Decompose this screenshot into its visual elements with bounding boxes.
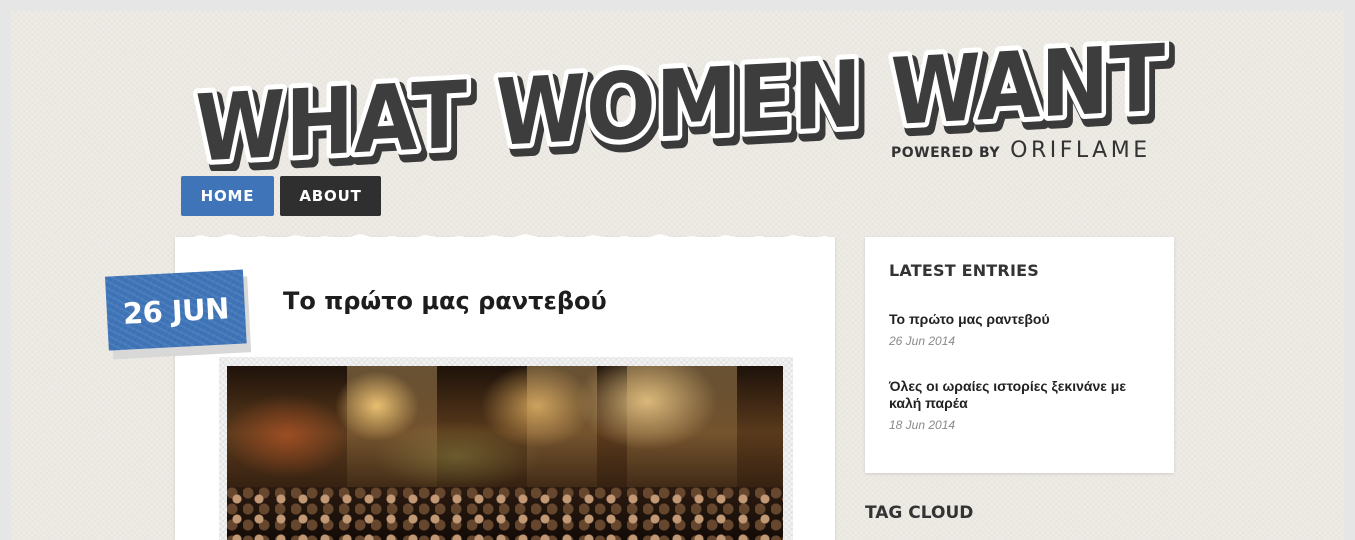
latest-entries-widget: LATEST ENTRIES Το πρώτο μας ραντεβού 26 … — [865, 237, 1174, 473]
entry-date: 26 Jun 2014 — [889, 334, 956, 348]
torn-edge — [175, 234, 835, 243]
photo-building — [527, 366, 597, 506]
nav-home[interactable]: HOME — [181, 176, 274, 216]
entry-date: 18 Jun 2014 — [889, 418, 956, 432]
nav-about[interactable]: ABOUT — [280, 176, 381, 216]
brand-name: ORIFLAME — [1010, 138, 1151, 163]
latest-entries-title: LATEST ENTRIES — [889, 261, 1039, 280]
list-item: Όλες οι ωραίες ιστορίες ξεκινάνε με καλή… — [889, 378, 1159, 432]
tag-cloud-title: TAG CLOUD — [865, 503, 974, 523]
powered-by: POWERED BY ORIFLAME — [891, 138, 1151, 163]
photo-crowd — [227, 487, 783, 540]
page-frame: WHAT WOMEN WANT WHAT WOMEN WANT WHAT WOM… — [11, 11, 1344, 540]
photo-building — [627, 366, 737, 506]
powered-by-label: POWERED BY — [891, 145, 1001, 161]
post-card: Το πρώτο μας ραντεβού — [175, 234, 835, 540]
post-image-frame — [219, 357, 793, 540]
entry-link[interactable]: Το πρώτο μας ραντεβού — [889, 311, 1159, 328]
list-item: Το πρώτο μας ραντεβού 26 Jun 2014 — [889, 311, 1159, 348]
post-title[interactable]: Το πρώτο μας ραντεβού — [283, 287, 607, 315]
photo-building — [347, 366, 437, 506]
entry-link[interactable]: Όλες οι ωραίες ιστορίες ξεκινάνε με καλή… — [889, 378, 1159, 412]
main-nav: HOME ABOUT — [181, 176, 381, 216]
post-image[interactable] — [227, 366, 783, 540]
date-badge-text: 26 JUN — [122, 291, 230, 331]
date-badge: 26 JUN — [105, 269, 252, 360]
